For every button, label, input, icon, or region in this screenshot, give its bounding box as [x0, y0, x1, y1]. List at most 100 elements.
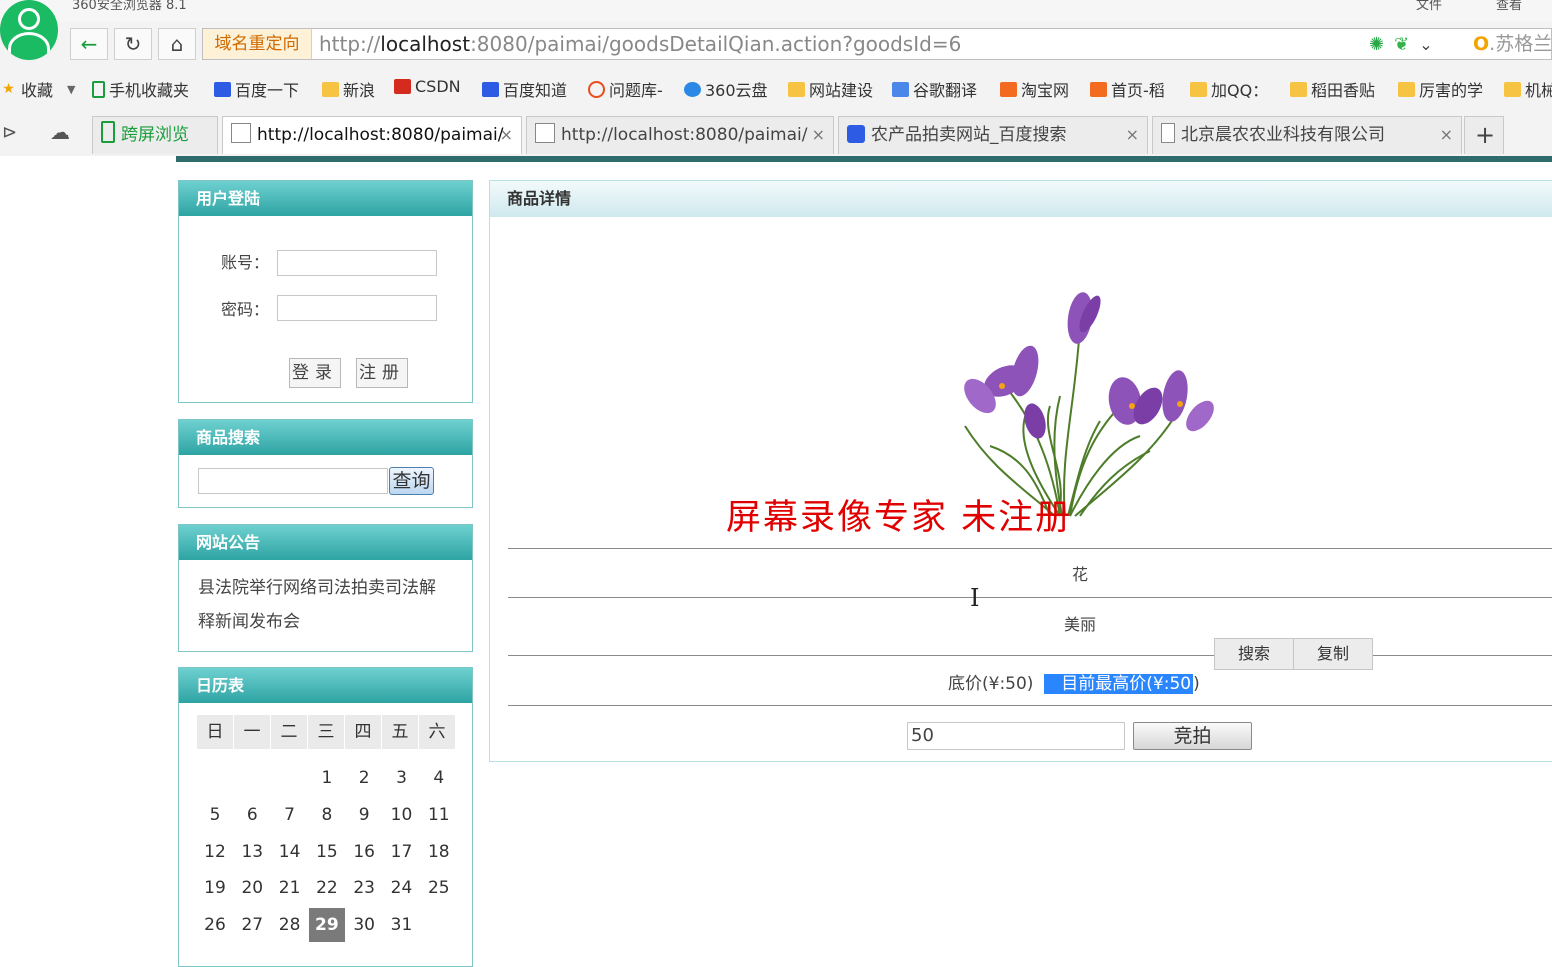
bookmark-label: 手机收藏夹	[109, 81, 190, 100]
account-label: 账号：	[221, 253, 270, 272]
secure-shield-icon[interactable]: ✺	[1369, 34, 1384, 55]
tab-goods-detail[interactable]: http://localhost:8080/paimai/×	[222, 116, 522, 154]
calendar-day[interactable]: 31	[384, 908, 420, 942]
calendar-day[interactable]: 17	[384, 835, 420, 869]
calendar-day[interactable]: 11	[421, 798, 457, 832]
close-icon[interactable]: ×	[500, 117, 513, 153]
bookmark-item[interactable]: 百度知道	[482, 77, 567, 101]
calendar-day[interactable]: 18	[421, 835, 457, 869]
bookmark-item[interactable]: 手机收藏夹	[92, 77, 189, 101]
url-text[interactable]: http://localhost:8080/paimai/goodsDetail…	[319, 29, 961, 59]
translate-icon	[892, 81, 909, 97]
context-copy-button[interactable]: 复制	[1294, 639, 1372, 669]
calendar-weekday: 二	[271, 715, 307, 749]
calendar-day[interactable]: 28	[272, 908, 308, 942]
calendar-day[interactable]: 9	[346, 798, 382, 832]
calendar-day[interactable]: 22	[309, 871, 345, 905]
bookmark-item[interactable]: 首页-稻	[1090, 77, 1165, 101]
calendar-panel-title: 日历表	[179, 668, 472, 703]
bookmark-item[interactable]: 网站建设	[788, 77, 873, 101]
bookmark-item[interactable]: 机械	[1504, 77, 1552, 101]
calendar-day[interactable]: 16	[346, 835, 382, 869]
tab-localhost[interactable]: http://localhost:8080/paimai/×	[526, 116, 834, 154]
calendar-day[interactable]: 12	[197, 835, 233, 869]
search-panel: 商品搜索 查询	[178, 419, 473, 508]
calendar-day[interactable]: 6	[234, 798, 270, 832]
taobao-icon	[1000, 81, 1017, 97]
reload-icon[interactable]: ↻	[114, 28, 152, 60]
password-input[interactable]	[277, 295, 437, 321]
calendar-day-today[interactable]: 29	[308, 908, 345, 943]
calendar-day[interactable]: 2	[346, 761, 382, 795]
bookmark-item[interactable]: 淘宝网	[1000, 77, 1069, 101]
sidebar-toggle-icon[interactable]: ⊳	[2, 122, 17, 143]
tab-cross-screen[interactable]: 跨屏浏览	[92, 116, 218, 154]
login-button[interactable]: 登录	[289, 358, 341, 388]
bookmark-item[interactable]: 问题库-	[588, 77, 663, 101]
calendar-day[interactable]: 14	[272, 835, 308, 869]
highest-price: 目前最高价(¥:50	[1044, 674, 1194, 694]
tab-baidu-search[interactable]: 农产品拍卖网站_百度搜索 ×	[838, 116, 1148, 154]
query-button[interactable]: 查询	[389, 467, 434, 495]
account-input[interactable]	[277, 250, 437, 276]
calendar-day[interactable]: 8	[309, 798, 345, 832]
cloud-icon[interactable]: ☁	[50, 120, 70, 144]
calendar-day[interactable]: 4	[421, 761, 457, 795]
register-button[interactable]: 注册	[356, 358, 408, 388]
close-icon[interactable]: ×	[1440, 117, 1453, 153]
user-avatar-icon[interactable]	[0, 0, 58, 60]
goods-name: 花	[1071, 565, 1088, 584]
calendar-day[interactable]: 1	[309, 761, 345, 795]
close-icon[interactable]: ×	[1126, 117, 1139, 153]
leaf-icon[interactable]: ❦	[1394, 34, 1409, 55]
bookmark-label: 厉害的学	[1419, 81, 1484, 100]
calendar-day[interactable]: 24	[384, 871, 420, 905]
calendar-weekday: 日	[197, 715, 233, 749]
calendar-day[interactable]: 27	[234, 908, 270, 942]
page-icon	[535, 123, 555, 143]
home-icon[interactable]: ⌂	[158, 28, 196, 60]
context-search-button[interactable]: 搜索	[1215, 639, 1294, 669]
new-tab-plus-icon[interactable]: +	[1464, 116, 1504, 154]
calendar-day[interactable]: 30	[346, 908, 382, 942]
calendar-day[interactable]: 3	[384, 761, 420, 795]
chevron-down-icon[interactable]: ▼	[67, 83, 75, 96]
bid-amount-input[interactable]: 50	[907, 722, 1125, 750]
detail-panel-title: 商品详情	[490, 181, 1552, 217]
calendar-day[interactable]: 13	[234, 835, 270, 869]
redirect-tag[interactable]: 域名重定向	[203, 29, 312, 59]
menu-view[interactable]: 查看	[1496, 0, 1522, 13]
address-bar[interactable]: 域名重定向 http://localhost:8080/paimai/goods…	[202, 28, 1552, 60]
bookmark-item[interactable]: 360云盘	[684, 77, 768, 101]
bid-button[interactable]: 竞拍	[1133, 722, 1252, 750]
bookmark-label: 首页-稻	[1111, 81, 1165, 100]
calendar-day[interactable]: 23	[346, 871, 382, 905]
search-input[interactable]	[198, 468, 388, 494]
calendar-day[interactable]: 25	[421, 871, 457, 905]
bookmark-item[interactable]: 加QQ：	[1190, 77, 1268, 101]
bookmark-label: 收藏	[21, 81, 54, 100]
calendar-day[interactable]: 20	[234, 871, 270, 905]
bookmark-item[interactable]: 稻田香贴	[1290, 77, 1375, 101]
calendar-day[interactable]: 26	[197, 908, 233, 942]
calendar-day[interactable]: 10	[384, 798, 420, 832]
highest-price-paren: )	[1193, 674, 1200, 694]
calendar-day[interactable]: 21	[272, 871, 308, 905]
bookmark-item[interactable]: ★ 收藏 ▼	[0, 77, 75, 101]
notice-link[interactable]: 县法院举行网络司法拍卖司法解释新闻发布会	[198, 571, 448, 639]
bookmark-item[interactable]: CSDN	[394, 77, 461, 96]
chevron-down-icon[interactable]: ⌄	[1419, 35, 1432, 54]
menu-file[interactable]: 文件	[1416, 0, 1442, 13]
search-engine-box[interactable]: O.苏格兰	[1473, 29, 1552, 59]
bookmark-item[interactable]: 新浪	[322, 77, 375, 101]
calendar-day[interactable]: 5	[197, 798, 233, 832]
calendar-day[interactable]: 15	[309, 835, 345, 869]
tab-company[interactable]: 北京晨农农业科技有限公司 ×	[1152, 116, 1462, 154]
bookmark-item[interactable]: 谷歌翻译	[892, 77, 977, 101]
back-arrow-icon[interactable]: ←	[70, 28, 108, 60]
calendar-day[interactable]: 19	[197, 871, 233, 905]
bookmark-item[interactable]: 百度一下	[214, 77, 299, 101]
bookmark-item[interactable]: 厉害的学	[1398, 77, 1483, 101]
close-icon[interactable]: ×	[812, 117, 825, 153]
calendar-day[interactable]: 7	[272, 798, 308, 832]
